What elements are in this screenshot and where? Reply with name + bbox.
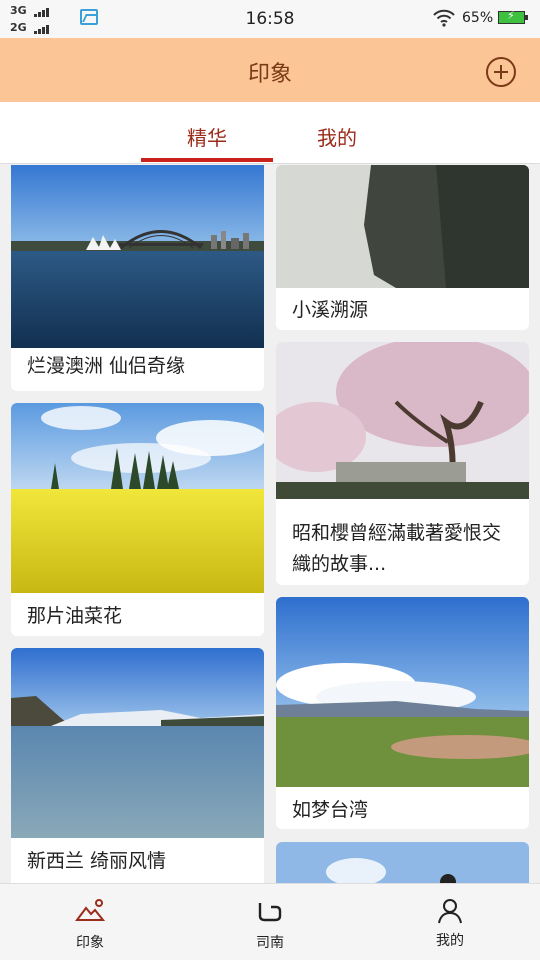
card-title: 小溪溯源: [292, 299, 369, 321]
feed-card[interactable]: 那片油菜花: [11, 403, 264, 636]
person-icon: [438, 899, 462, 924]
nav-label: 司南: [256, 935, 284, 951]
add-button[interactable]: [486, 57, 516, 87]
mountain-icon: [75, 899, 105, 921]
clock: 16:58: [245, 9, 295, 29]
card-image: [11, 403, 264, 593]
nav-label: 我的: [436, 933, 464, 949]
card-image: [276, 597, 529, 787]
feed-card[interactable]: 昭和櫻曾經滿載著愛恨交織的故事...: [276, 342, 529, 585]
tab-indicator: [141, 158, 273, 162]
feed-card[interactable]: [276, 842, 529, 883]
tab-featured[interactable]: 精华: [141, 122, 273, 151]
feed-card[interactable]: 新西兰 绮丽风情: [11, 648, 264, 883]
feed-grid: 烂漫澳洲 仙侣奇缘 那片油菜花 新西兰 绮丽风情 小溪溯源 昭和櫻曾經滿載著愛恨…: [0, 165, 540, 883]
card-image: [276, 342, 529, 499]
nav-item-compass[interactable]: 司南: [210, 884, 330, 960]
nav-item-impression[interactable]: 印象: [30, 884, 150, 960]
feed-card[interactable]: 如梦台湾: [276, 597, 529, 829]
compass-route-icon: [258, 903, 282, 922]
card-title: 那片油菜花: [27, 605, 123, 627]
card-image: [276, 842, 529, 883]
wifi-icon: [433, 9, 455, 27]
card-title: 烂漫澳洲 仙侣奇缘: [27, 355, 186, 377]
nav-label: 印象: [76, 935, 104, 951]
status-bar: 3G 2G 16:58 65% ⚡: [0, 0, 540, 38]
bottom-nav: 印象 司南 我的: [0, 883, 540, 960]
nav-item-me[interactable]: 我的: [390, 884, 510, 960]
card-title: 如梦台湾: [292, 799, 369, 821]
card-image: [11, 648, 264, 838]
page-title: 印象: [247, 62, 292, 87]
app-header: 印象: [0, 38, 540, 102]
tab-bar: 精华 我的: [0, 102, 540, 164]
feed-card[interactable]: 烂漫澳洲 仙侣奇缘: [11, 165, 264, 391]
feed-card[interactable]: 小溪溯源: [276, 165, 529, 330]
card-image: [11, 165, 264, 348]
card-title: 昭和櫻曾經滿載著愛恨交織的故事...: [292, 522, 502, 575]
card-title: 新西兰 绮丽风情: [27, 850, 167, 872]
tab-mine[interactable]: 我的: [271, 122, 403, 151]
card-image: [276, 165, 529, 288]
battery-percent: 65%: [462, 10, 494, 26]
battery-icon: ⚡: [498, 9, 528, 24]
